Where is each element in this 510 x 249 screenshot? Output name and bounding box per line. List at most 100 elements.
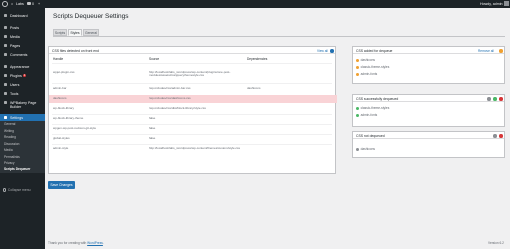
- appearance-icon: [3, 64, 7, 69]
- sidebar-item-plugins[interactable]: Plugins 1: [0, 72, 45, 79]
- info-icon: [487, 97, 491, 101]
- table-row[interactable]: admin-style http://localhost/labs_/wordp…: [49, 145, 337, 159]
- remove-icon[interactable]: [356, 72, 359, 76]
- collapse-menu-button[interactable]: Collapse menu: [3, 188, 31, 192]
- comments-count[interactable]: 0: [32, 2, 34, 6]
- sidebar-item-users[interactable]: Users: [0, 81, 45, 88]
- sidebar-item-posts[interactable]: Posts: [0, 24, 45, 31]
- table-row[interactable]: wp-block-library /wp-includes/css/dist/b…: [49, 105, 337, 113]
- list-item: classic-theme-styles: [356, 106, 389, 110]
- view-all-link[interactable]: View all: [317, 49, 328, 53]
- new-content-icon[interactable]: +: [38, 2, 40, 6]
- sidebar-item-media[interactable]: Media: [0, 33, 45, 40]
- dot-icon: [356, 147, 359, 151]
- pages-icon: [3, 43, 7, 48]
- list-item: admin-fonts: [356, 113, 377, 117]
- table-row[interactable]: global-styles false: [49, 135, 337, 143]
- added-for-dequeue-panel: CSS added for dequeue Remove all dashico…: [352, 46, 505, 84]
- source-cell: http://localhost/labs_/wordpress/wp-cont…: [149, 69, 231, 78]
- howdy-greeting[interactable]: Howdy, admin: [480, 2, 503, 6]
- sidebar-item-label: Appearance: [10, 64, 30, 69]
- site-name-link[interactable]: Labs: [16, 2, 24, 6]
- settings-submenu: General Writing Reading Discussion Media…: [0, 121, 45, 173]
- source-cell: false: [149, 115, 156, 120]
- close-icon[interactable]: [499, 97, 503, 101]
- wordpress-logo-icon[interactable]: [2, 1, 8, 7]
- sidebar-item-label: Comments: [10, 52, 28, 57]
- source-cell: false: [149, 125, 156, 130]
- panel-title: CSS successfully dequeued: [356, 97, 399, 101]
- panel-header: CSS added for dequeue Remove all: [353, 47, 504, 54]
- collapse-icon: [3, 188, 7, 192]
- submenu-writing[interactable]: Writing: [4, 129, 14, 133]
- panel-title: CSS files detected on front end: [52, 49, 99, 53]
- tab-divider: [53, 35, 505, 37]
- submenu-general[interactable]: General: [4, 122, 15, 126]
- list-item[interactable]: classic-theme-styles: [356, 65, 389, 69]
- close-icon[interactable]: [499, 134, 503, 138]
- submenu-media[interactable]: Media: [4, 148, 13, 152]
- panel-header: CSS successfully dequeued: [353, 95, 504, 102]
- list-item[interactable]: admin-fonts: [356, 72, 377, 76]
- sidebar-item-dashboard[interactable]: Dashboard: [0, 12, 45, 19]
- submenu-discussion[interactable]: Discussion: [4, 142, 19, 146]
- column-header-dependencies: Dependencies: [247, 57, 268, 61]
- remove-icon[interactable]: [356, 65, 359, 69]
- table-row[interactable]: admin-bar /wp-includes/css/admin-bar.css…: [49, 85, 337, 93]
- plugins-icon: [3, 73, 7, 78]
- sidebar-item-pages[interactable]: Pages: [0, 42, 45, 49]
- remove-all-link[interactable]: Remove all: [478, 49, 494, 53]
- panel-title: CSS not dequeued: [356, 134, 385, 138]
- sidebar-item-wpbakery[interactable]: WPBakery Page Builder: [0, 99, 45, 112]
- check-icon: [356, 113, 359, 117]
- warning-icon: [499, 49, 503, 53]
- check-icon: [356, 106, 359, 110]
- header-divider: [52, 63, 332, 64]
- panel-title: CSS added for dequeue: [356, 49, 393, 53]
- wpbakery-icon: [3, 100, 7, 105]
- comments-icon: [3, 52, 7, 57]
- save-changes-button[interactable]: Save Changes: [48, 181, 75, 189]
- handle-cell: dashicons: [53, 95, 67, 100]
- refresh-icon[interactable]: [330, 49, 334, 53]
- home-icon[interactable]: ⌂: [11, 2, 13, 6]
- successfully-dequeued-panel: CSS successfully dequeued classic-theme-…: [352, 94, 505, 127]
- source-cell: /wp-includes/css/admin-bar.css: [149, 85, 191, 90]
- submenu-privacy[interactable]: Privacy: [4, 161, 14, 165]
- handle-cell: wp-block-library-theme: [53, 115, 84, 120]
- submenu-reading[interactable]: Reading: [4, 135, 16, 139]
- sidebar-item-settings[interactable]: Settings: [0, 114, 45, 121]
- table-row[interactable]: wp-block-library-theme false: [49, 115, 337, 123]
- avatar[interactable]: [504, 1, 509, 7]
- handle-cell: admin-style: [53, 145, 69, 150]
- submenu-scripts-dequeuer[interactable]: Scripts Dequeuer: [4, 167, 30, 171]
- handle-cell: admin-bar: [53, 85, 67, 90]
- page-title: Scripts Dequeuer Settings: [53, 13, 129, 20]
- handle-cell: wpjet-plugin-css: [53, 69, 75, 74]
- sidebar-item-tools[interactable]: Tools: [0, 90, 45, 97]
- column-header-handle: Handle: [53, 57, 64, 61]
- dashboard-icon: [3, 13, 7, 18]
- sidebar-item-label: Media: [10, 34, 20, 39]
- tools-icon: [3, 91, 7, 96]
- table-row[interactable]: wpgen-wp-post-revision-git-style false: [49, 125, 337, 133]
- sidebar-item-comments[interactable]: Comments: [0, 51, 45, 58]
- sidebar-item-appearance[interactable]: Appearance: [0, 63, 45, 70]
- comments-icon[interactable]: [27, 1, 31, 6]
- list-item[interactable]: dashicons: [356, 58, 375, 62]
- panel-header: CSS files detected on front end View all: [49, 47, 335, 54]
- sidebar-item-label: Plugins 1: [10, 73, 27, 78]
- sidebar-item-label: Dashboard: [10, 13, 28, 18]
- admin-bar: ⌂ Labs 0 + Howdy, admin: [0, 0, 510, 8]
- table-row[interactable]: wpjet-plugin-css http://localhost/labs_/…: [49, 69, 337, 83]
- remove-icon[interactable]: [356, 58, 359, 62]
- wordpress-link[interactable]: WordPress: [87, 241, 103, 245]
- table-row-selected[interactable]: dashicons /wp-includes/css/dashicons.css: [49, 95, 337, 103]
- sidebar-item-label: WPBakery Page Builder: [10, 100, 37, 109]
- plugins-update-badge: 1: [22, 73, 27, 77]
- sidebar-item-label: Posts: [10, 25, 19, 30]
- source-cell: /wp-includes/css/dashicons.css: [149, 95, 191, 100]
- source-cell: /wp-includes/css/dist/block-library/styl…: [149, 105, 206, 110]
- list-item: dashicons: [356, 147, 375, 151]
- submenu-permalinks[interactable]: Permalinks: [4, 155, 20, 159]
